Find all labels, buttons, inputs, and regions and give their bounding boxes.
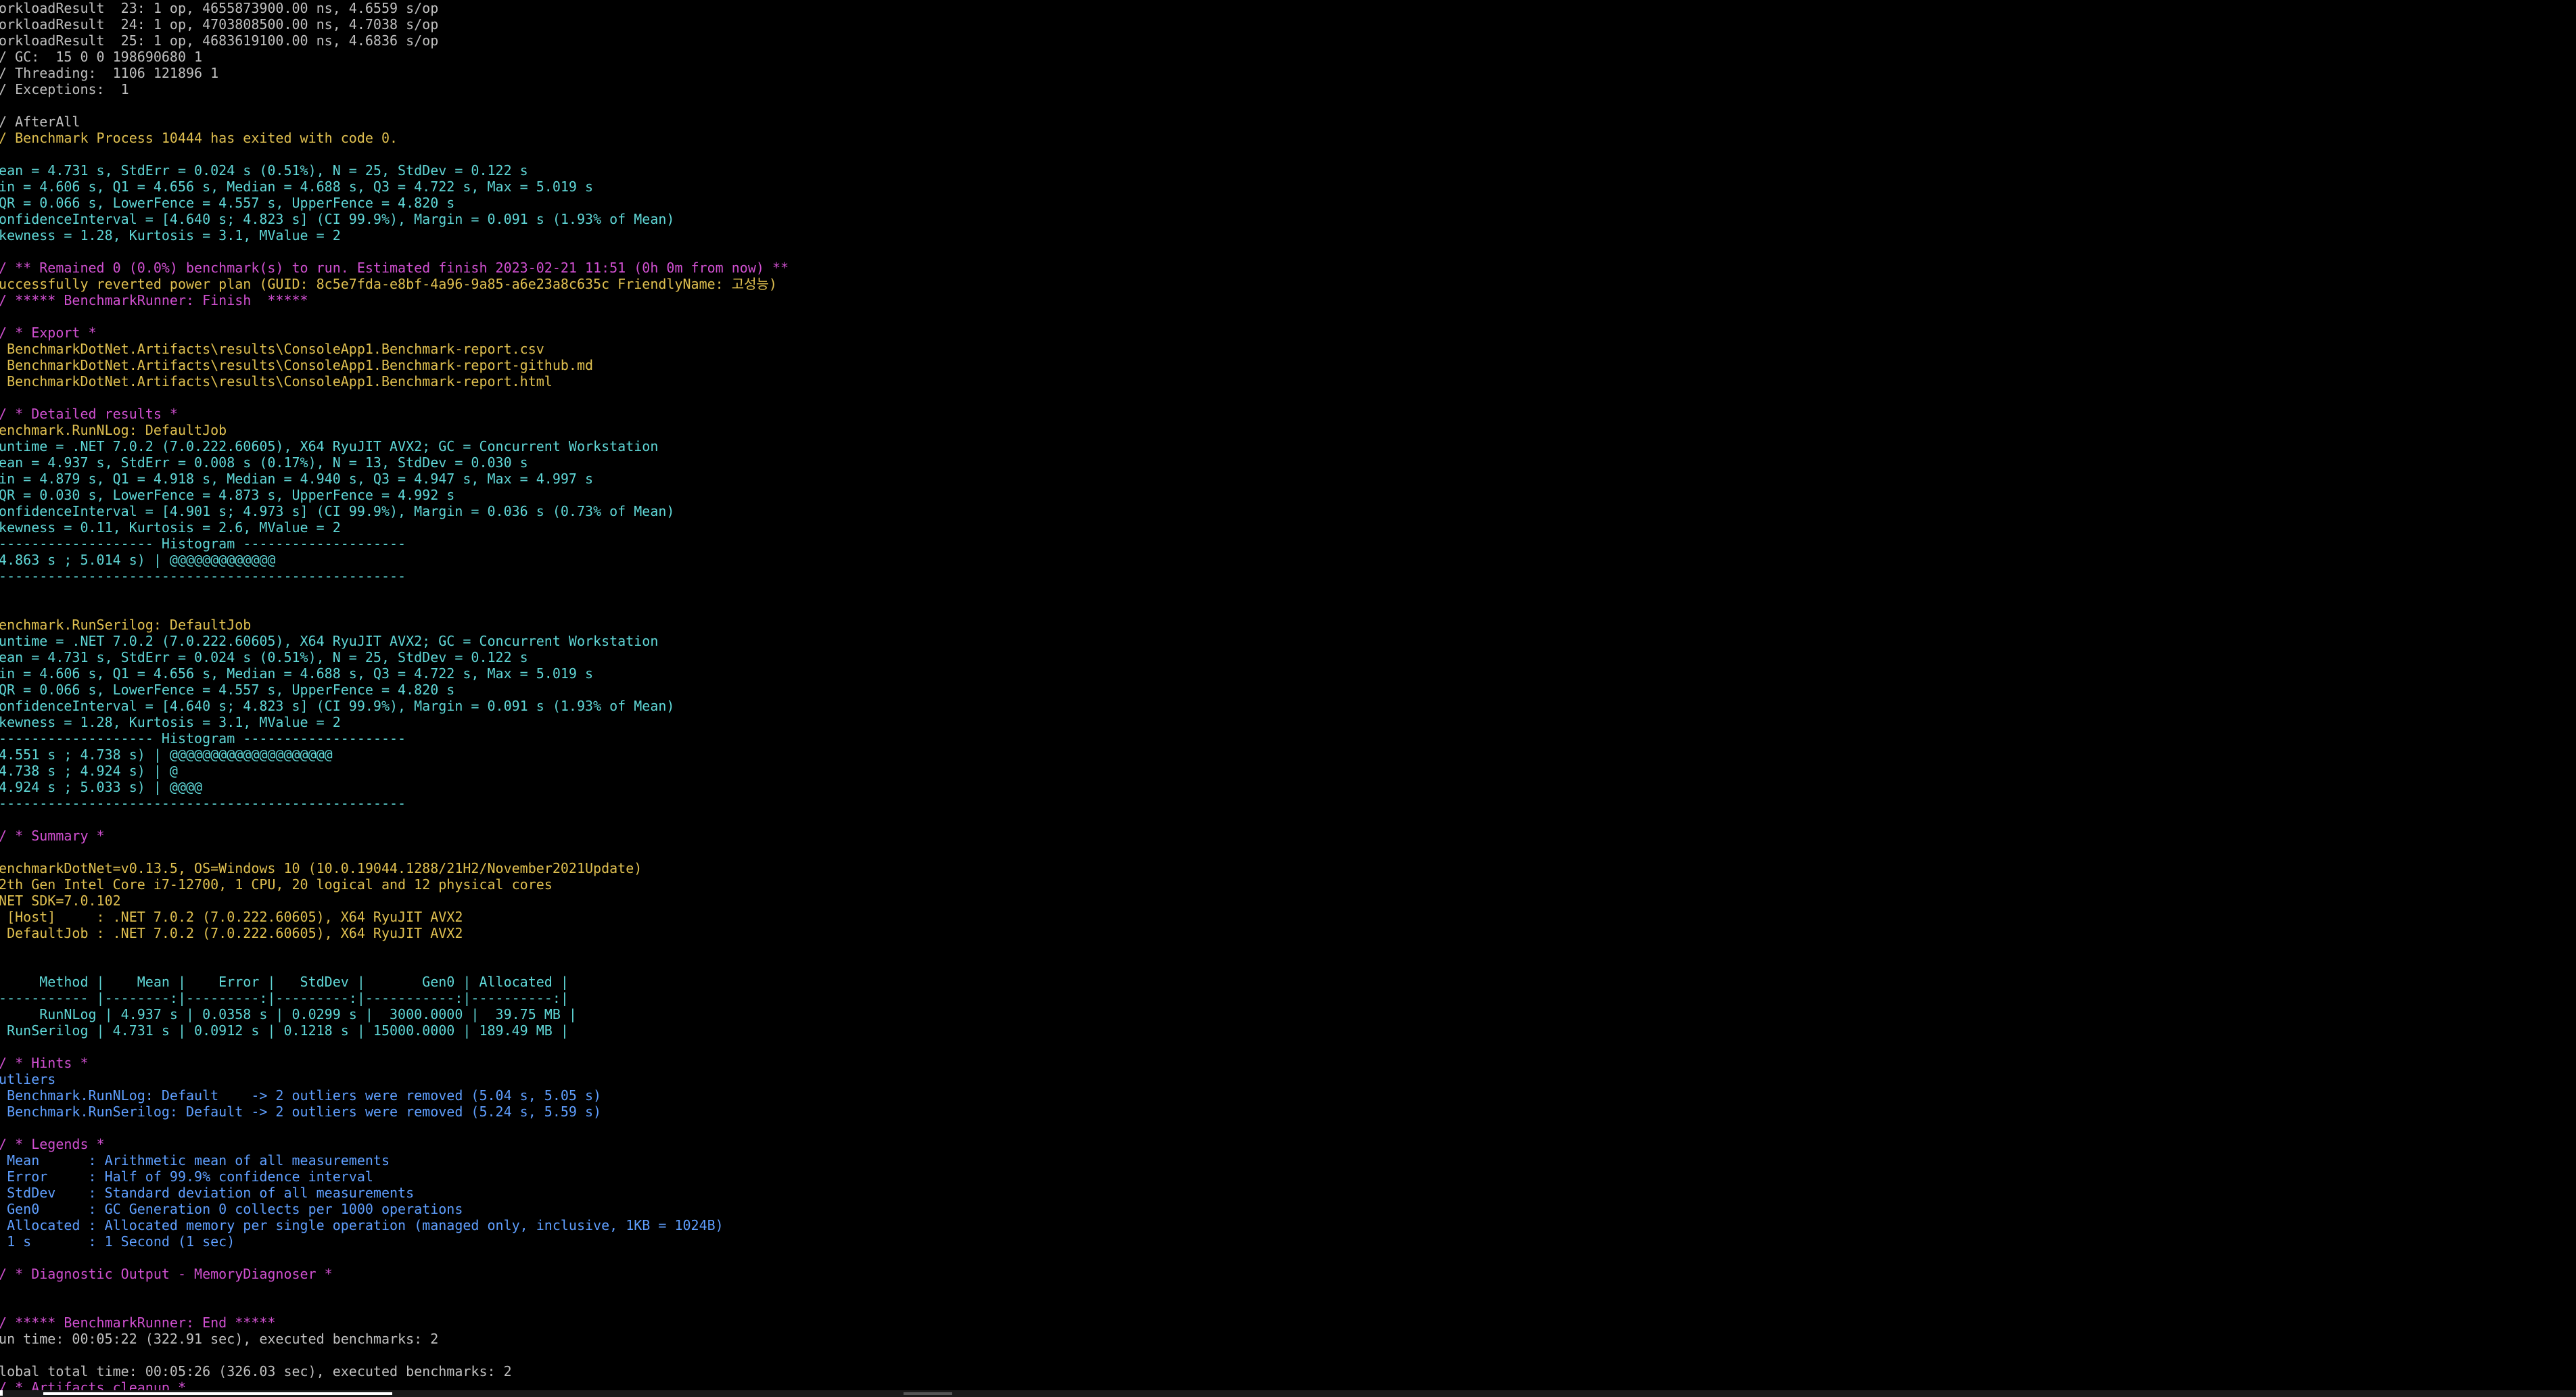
console-line: Allocated : Allocated memory per single … xyxy=(0,1217,724,1233)
scrollbar-thumb[interactable] xyxy=(43,1392,392,1395)
console-line: [4.738 s ; 4.924 s) | @ xyxy=(0,763,178,779)
console-line: -------------------- Histogram ---------… xyxy=(0,730,406,747)
console-line: Gen0 : GC Generation 0 collects per 1000… xyxy=(0,1201,463,1217)
console-line: // AfterAll xyxy=(0,114,80,130)
console-line: Benchmark.RunSerilog: DefaultJob xyxy=(0,617,252,633)
console-line: Skewness = 1.28, Kurtosis = 3.1, MValue … xyxy=(0,227,341,243)
console-line: WorkloadResult 23: 1 op, 4655873900.00 n… xyxy=(0,0,439,16)
console-line: [4.863 s ; 5.014 s) | @@@@@@@@@@@@@ xyxy=(0,552,276,568)
console-line: Benchmark.RunSerilog: Default -> 2 outli… xyxy=(0,1104,602,1120)
console-line: // Threading: 1106 121896 1 xyxy=(0,65,219,81)
console-line: // ***** BenchmarkRunner: Finish ***** xyxy=(0,292,308,308)
console-line: 1 s : 1 Second (1 sec) xyxy=(0,1233,235,1250)
console-line: BenchmarkDotNet.Artifacts\results\Consol… xyxy=(0,373,553,389)
console-line: // Benchmark Process 10444 has exited wi… xyxy=(0,130,398,146)
console-line: Run time: 00:05:22 (322.91 sec), execute… xyxy=(0,1331,439,1347)
console-line: // * Export * xyxy=(0,325,97,341)
console-line: ----------------------------------------… xyxy=(0,795,406,811)
horizontal-scrollbar[interactable] xyxy=(0,1390,2576,1397)
console-line: WorkloadResult 25: 1 op, 4683619100.00 n… xyxy=(0,32,439,49)
console-line: Mean = 4.731 s, StdErr = 0.024 s (0.51%)… xyxy=(0,162,528,179)
console-line: IQR = 0.030 s, LowerFence = 4.873 s, Upp… xyxy=(0,487,455,503)
console-line: WorkloadResult 24: 1 op, 4703808500.00 n… xyxy=(0,16,439,32)
console-line: IQR = 0.066 s, LowerFence = 4.557 s, Upp… xyxy=(0,682,455,698)
console-line: // * Legends * xyxy=(0,1136,105,1152)
console-line: IQR = 0.066 s, LowerFence = 4.557 s, Upp… xyxy=(0,195,455,211)
console-line: .NET SDK=7.0.102 xyxy=(0,893,121,909)
console-line: // * Summary * xyxy=(0,828,105,844)
console-line: BenchmarkDotNet.Artifacts\results\Consol… xyxy=(0,357,594,373)
console-line: Min = 4.879 s, Q1 = 4.918 s, Median = 4.… xyxy=(0,471,594,487)
console-line: Global total time: 00:05:26 (326.03 sec)… xyxy=(0,1363,512,1379)
console-line: Runtime = .NET 7.0.2 (7.0.222.60605), X6… xyxy=(0,438,659,454)
console-line: // ***** BenchmarkRunner: End ***** xyxy=(0,1315,276,1331)
console-line: // * Hints * xyxy=(0,1055,89,1071)
console-line: Skewness = 1.28, Kurtosis = 3.1, MValue … xyxy=(0,714,341,730)
console-line: ----------------------------------------… xyxy=(0,568,406,584)
console-line: Benchmark.RunNLog: DefaultJob xyxy=(0,422,227,438)
console-line: // * Detailed results * xyxy=(0,406,178,422)
console-line: ConfidenceInterval = [4.640 s; 4.823 s] … xyxy=(0,698,675,714)
console-line: 12th Gen Intel Core i7-12700, 1 CPU, 20 … xyxy=(0,876,553,893)
console-line: ConfidenceInterval = [4.901 s; 4.973 s] … xyxy=(0,503,675,519)
console-line: ConfidenceInterval = [4.640 s; 4.823 s] … xyxy=(0,211,675,227)
console-line: [4.551 s ; 4.738 s) | @@@@@@@@@@@@@@@@@@… xyxy=(0,747,333,763)
console-line: // * Diagnostic Output - MemoryDiagnoser… xyxy=(0,1266,333,1282)
console-output: WorkloadResult 23: 1 op, 4655873900.00 n… xyxy=(0,0,789,1396)
console-line: BenchmarkDotNet=v0.13.5, OS=Windows 10 (… xyxy=(0,860,642,876)
console-line: Mean = 4.731 s, StdErr = 0.024 s (0.51%)… xyxy=(0,649,528,665)
console-line: |----------- |--------:|---------:|-----… xyxy=(0,990,569,1006)
console-line: Mean = 4.937 s, StdErr = 0.008 s (0.17%)… xyxy=(0,454,528,471)
console-line: Skewness = 0.11, Kurtosis = 2.6, MValue … xyxy=(0,519,341,536)
console-line: StdDev : Standard deviation of all measu… xyxy=(0,1185,415,1201)
console-line: Runtime = .NET 7.0.2 (7.0.222.60605), X6… xyxy=(0,633,659,649)
console-line: Benchmark.RunNLog: Default -> 2 outliers… xyxy=(0,1087,602,1104)
console-line: Min = 4.606 s, Q1 = 4.656 s, Median = 4.… xyxy=(0,665,594,682)
console-line: // Exceptions: 1 xyxy=(0,81,129,97)
console-line: | Method | Mean | Error | StdDev | Gen0 … xyxy=(0,974,569,990)
terminal-window[interactable]: WorkloadResult 23: 1 op, 4655873900.00 n… xyxy=(0,0,2576,1397)
console-line: BenchmarkDotNet.Artifacts\results\Consol… xyxy=(0,341,544,357)
scrollbar-marker xyxy=(904,1392,952,1395)
console-line: [4.924 s ; 5.033 s) | @@@@ xyxy=(0,779,203,795)
console-line: | RunNLog | 4.937 s | 0.0358 s | 0.0299 … xyxy=(0,1006,577,1022)
console-line: Successfully reverted power plan (GUID: … xyxy=(0,276,777,292)
console-line: // GC: 15 0 0 198690680 1 xyxy=(0,49,203,65)
text-cursor xyxy=(0,1390,3,1396)
console-line: Error : Half of 99.9% confidence interva… xyxy=(0,1168,373,1185)
console-line: -------------------- Histogram ---------… xyxy=(0,536,406,552)
console-line: Outliers xyxy=(0,1071,56,1087)
console-line: DefaultJob : .NET 7.0.2 (7.0.222.60605),… xyxy=(0,925,463,941)
console-line: [Host] : .NET 7.0.2 (7.0.222.60605), X64… xyxy=(0,909,463,925)
console-line: Min = 4.606 s, Q1 = 4.656 s, Median = 4.… xyxy=(0,179,594,195)
console-line: Mean : Arithmetic mean of all measuremen… xyxy=(0,1152,390,1168)
console-line: | RunSerilog | 4.731 s | 0.0912 s | 0.12… xyxy=(0,1022,569,1039)
console-line: // ** Remained 0 (0.0%) benchmark(s) to … xyxy=(0,260,789,276)
